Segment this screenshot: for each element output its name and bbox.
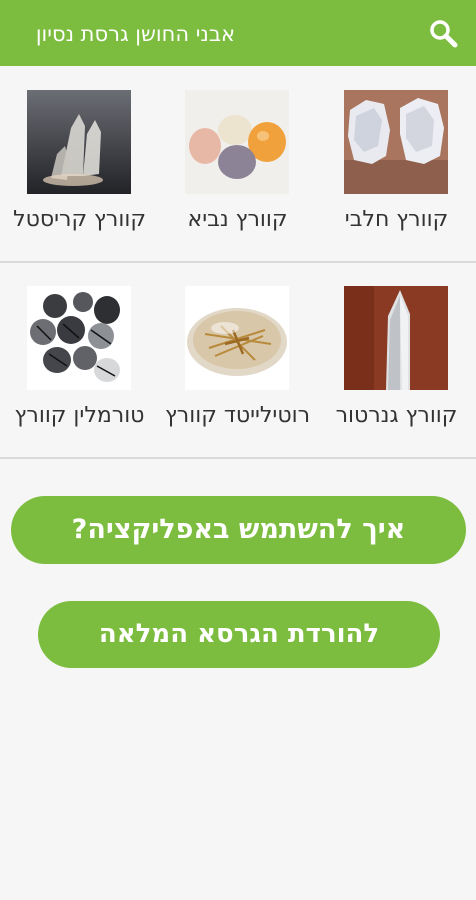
stone-item-tourmaline-quartz[interactable]: טורמלין קוורץ [0,262,159,458]
row-divider [0,457,476,459]
stone-label: קוורץ נביא [187,207,288,232]
app-bar: אבני החושן גרסת נסיון [0,0,476,66]
prophet-quartz-image [185,90,289,194]
rutilated-quartz-image [185,286,289,390]
crystal-quartz-image [27,90,131,194]
stone-label: קוורץ חלבי [344,207,449,232]
app-title: אבני החושן גרסת נסיון [35,22,235,46]
stone-item-generator-quartz[interactable]: קוורץ גנרטור [317,262,476,458]
milky-quartz-image [344,90,448,194]
stone-grid-row-1: קוורץ חלבי קוורץ נביא קוורץ קריסטל [0,66,476,262]
stone-item-rutilated-quartz[interactable]: רוטילייטד קוורץ [158,262,317,458]
stone-item-crystal-quartz[interactable]: קוורץ קריסטל [0,66,159,262]
stone-grid-row-2: קוורץ גנרטור רוטילייטד קוורץ טורמלין קוו… [0,262,476,458]
stone-label: קוורץ קריסטל [13,207,146,232]
download-full-version-button[interactable]: להורדת הגרסא המלאה [38,601,440,668]
stone-item-prophet-quartz[interactable]: קוורץ נביא [158,66,317,262]
generator-quartz-image [344,286,448,390]
stone-item-milky-quartz[interactable]: קוורץ חלבי [317,66,476,262]
stone-label: רוטילייטד קוורץ [164,403,311,428]
search-icon[interactable] [424,14,464,54]
tourmaline-quartz-image [27,286,131,390]
stone-label: טורמלין קוורץ [14,403,145,428]
stone-label: קוורץ גנרטור [335,403,458,428]
how-to-use-button[interactable]: איך להשתמש באפליקציה? [11,496,466,564]
